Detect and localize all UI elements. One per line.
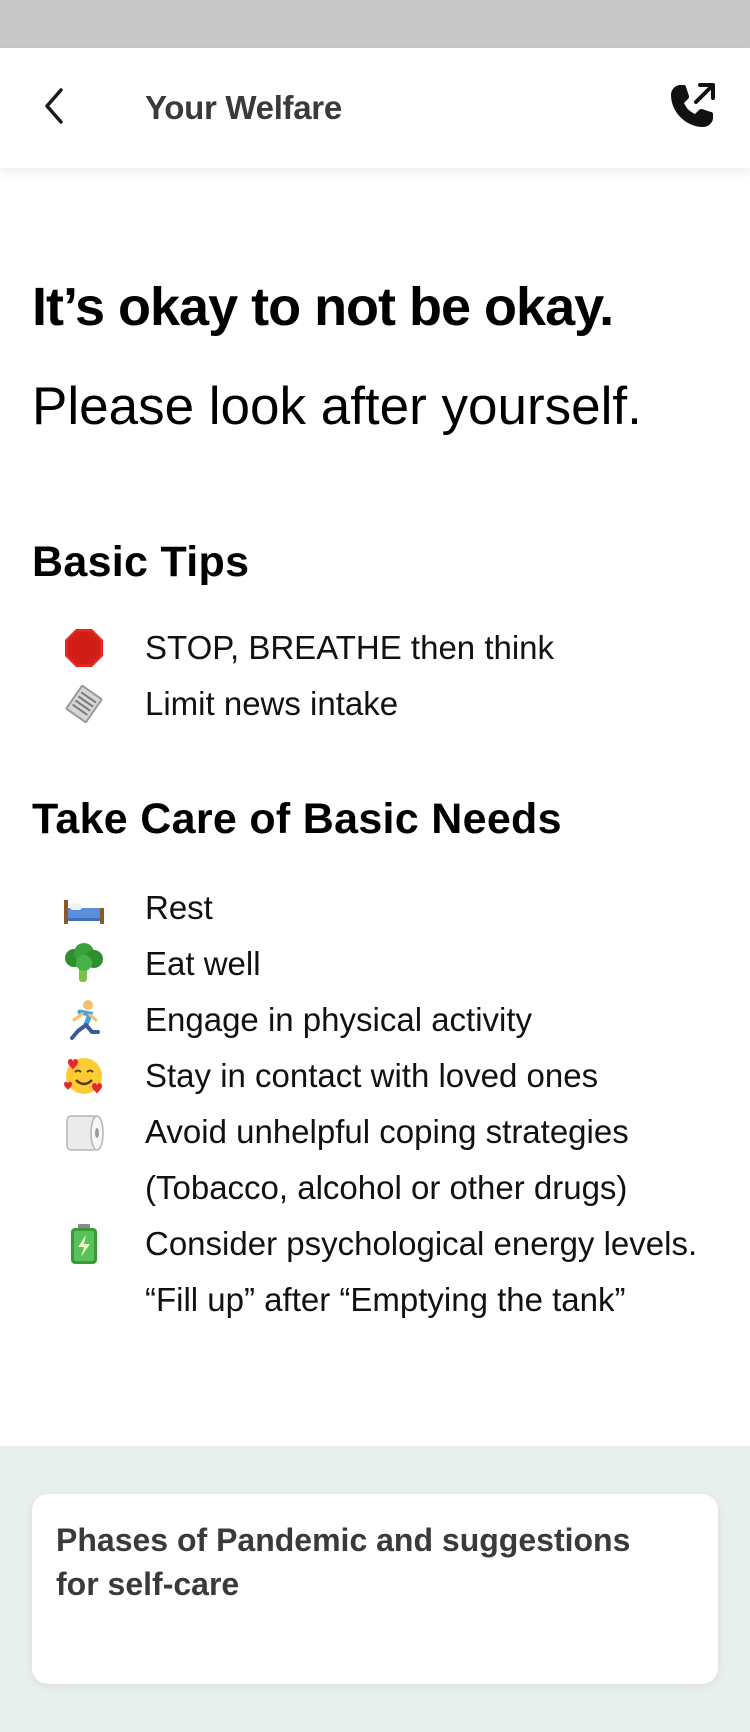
toilet-paper-icon <box>62 1110 106 1154</box>
tip-text: Limit news intake <box>145 685 399 722</box>
bed-icon <box>62 886 106 930</box>
chevron-left-icon <box>39 86 69 131</box>
basic-tips-list: STOP, BREATHE then think Limit news inta… <box>0 620 750 732</box>
list-item: Limit news intake <box>0 676 750 732</box>
list-item: Consider psychological energy levels. “F… <box>0 1216 750 1328</box>
stop-sign-icon <box>62 626 106 670</box>
need-text: Stay in contact with loved ones <box>145 1057 599 1094</box>
headline: It’s okay to not be okay. <box>32 277 614 337</box>
need-text: Rest <box>145 889 213 926</box>
page-title: Your Welfare <box>145 89 342 126</box>
basic-tips-title: Basic Tips <box>32 538 250 586</box>
newspaper-icon <box>62 682 106 726</box>
list-item: Eat well <box>0 936 750 992</box>
phases-card[interactable]: Phases of Pandemic and suggestions for s… <box>32 1494 718 1684</box>
card-title: Phases of Pandemic and suggestions for s… <box>56 1522 631 1602</box>
need-text: Engage in physical activity <box>145 1001 533 1038</box>
need-text: Eat well <box>145 945 261 982</box>
basic-needs-list: Rest Eat well Engage in physical activit… <box>0 880 750 1328</box>
broccoli-icon <box>62 942 106 986</box>
status-bar <box>0 0 750 48</box>
basic-needs-title: Take Care of Basic Needs <box>32 795 562 843</box>
phone-outgoing-icon <box>666 80 718 137</box>
list-item: Stay in contact with loved ones <box>0 1048 750 1104</box>
list-item: STOP, BREATHE then think <box>0 620 750 676</box>
runner-icon <box>62 998 106 1042</box>
need-text: Consider psychological energy levels. “F… <box>145 1225 698 1318</box>
call-button[interactable] <box>664 80 720 136</box>
battery-icon <box>62 1222 106 1266</box>
tip-text: STOP, BREATHE then think <box>145 629 555 666</box>
back-button[interactable] <box>30 84 78 132</box>
app-header: Your Welfare <box>0 48 750 168</box>
bottom-panel: Phases of Pandemic and suggestions for s… <box>0 1446 750 1732</box>
need-text: Avoid unhelpful coping strategies (Tobac… <box>145 1113 629 1206</box>
list-item: Rest <box>0 880 750 936</box>
list-item: Engage in physical activity <box>0 992 750 1048</box>
subheadline: Please look after yourself. <box>32 377 642 436</box>
smiling-face-hearts-icon <box>62 1054 106 1098</box>
list-item: Avoid unhelpful coping strategies (Tobac… <box>0 1104 750 1216</box>
